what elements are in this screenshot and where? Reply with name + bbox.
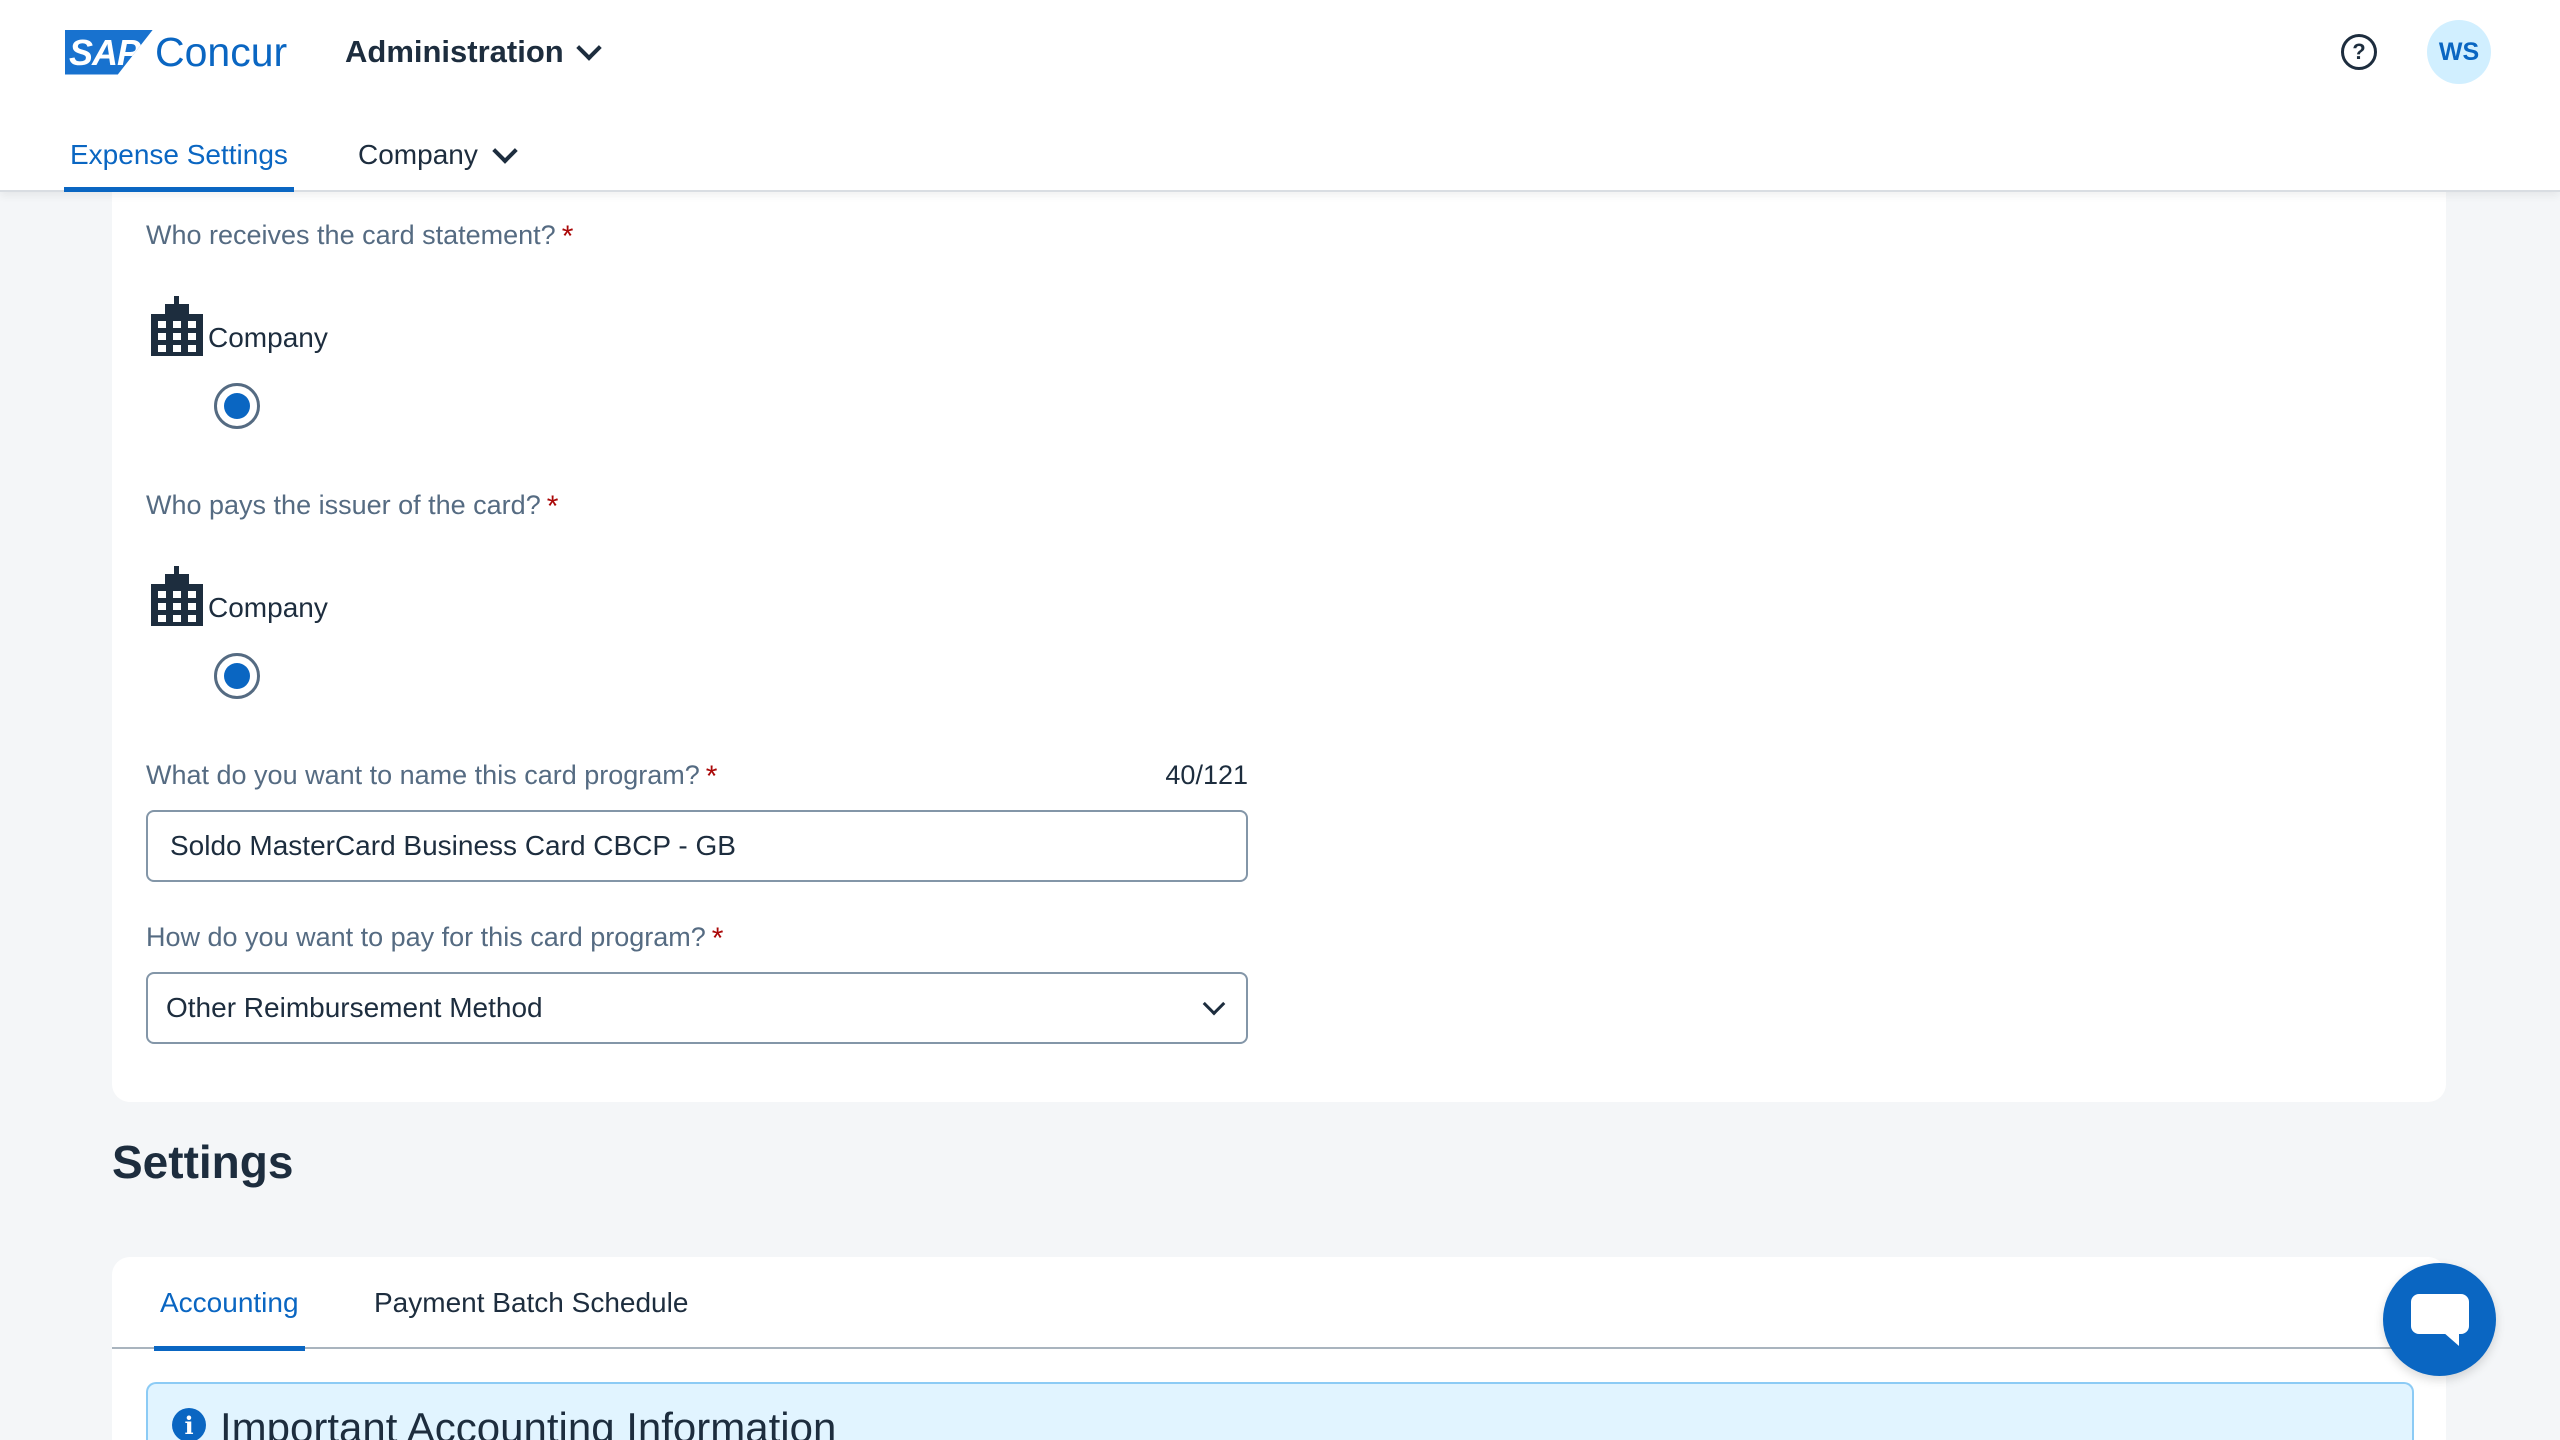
statement-option-label: Company — [208, 322, 328, 353]
administration-menu[interactable]: Administration — [345, 30, 602, 74]
required-marker: * — [711, 922, 724, 955]
info-icon: i — [172, 1408, 206, 1440]
tab-accounting[interactable]: Accounting — [154, 1257, 305, 1351]
building-icon — [151, 296, 203, 356]
sap-logo-badge: SAP — [65, 29, 153, 75]
info-banner-title: Important Accounting Information — [220, 1404, 837, 1440]
chat-icon — [2410, 1293, 2469, 1346]
issuer-company-radio[interactable] — [214, 653, 260, 699]
chevron-down-icon — [1202, 992, 1226, 1016]
tab-expense-settings-label: Expense Settings — [70, 139, 288, 170]
info-symbol: i — [184, 1410, 194, 1440]
payment-method-select[interactable]: Other Reimbursement Method — [146, 972, 1248, 1044]
concur-logo-text: Concur — [155, 29, 288, 75]
chat-button[interactable] — [2383, 1263, 2496, 1376]
required-marker: * — [705, 760, 718, 793]
help-symbol: ? — [2352, 39, 2366, 64]
tab-company[interactable]: Company — [358, 118, 518, 192]
issuer-option-company: Company — [148, 564, 328, 628]
tab-payment-batch-schedule-label: Payment Batch Schedule — [374, 1287, 689, 1318]
chevron-down-icon — [576, 35, 602, 61]
accounting-info-banner: i Important Accounting Information — [146, 1382, 2414, 1440]
tab-company-label: Company — [358, 139, 478, 170]
name-question-text: What do you want to name this card progr… — [146, 760, 700, 790]
character-counter: 40/121 — [1165, 760, 1248, 790]
card-program-name-input[interactable] — [146, 810, 1248, 882]
user-avatar[interactable]: WS — [2427, 20, 2491, 84]
settings-tabs: Accounting Payment Batch Schedule — [112, 1257, 2446, 1351]
tab-accounting-label: Accounting — [160, 1287, 299, 1318]
card-program-form — [112, 130, 2446, 1102]
pay-question: How do you want to pay for this card pro… — [146, 922, 723, 956]
sap-logo-text: SAP — [69, 31, 141, 73]
payment-method-value: Other Reimbursement Method — [166, 992, 543, 1023]
required-marker: * — [546, 490, 559, 523]
tab-expense-settings[interactable]: Expense Settings — [64, 118, 294, 192]
statement-company-radio[interactable] — [214, 383, 260, 429]
help-icon[interactable]: ? — [2341, 34, 2377, 70]
issuer-question-text: Who pays the issuer of the card? — [146, 490, 541, 520]
name-question: What do you want to name this card progr… — [146, 760, 717, 794]
statement-question-text: Who receives the card statement? — [146, 220, 556, 250]
required-marker: * — [561, 220, 574, 253]
chevron-down-icon — [492, 138, 518, 164]
issuer-question: Who pays the issuer of the card? * — [146, 490, 558, 524]
app-header: SAP Concur Administration ? WS Expense S… — [0, 0, 2560, 192]
statement-option-company: Company — [148, 294, 328, 358]
settings-heading: Settings — [112, 1136, 294, 1188]
statement-question: Who receives the card statement? * — [146, 220, 573, 254]
pay-question-text: How do you want to pay for this card pro… — [146, 922, 706, 952]
issuer-option-label: Company — [208, 592, 328, 623]
radio-selected-dot — [224, 393, 250, 419]
administration-menu-label: Administration — [345, 34, 564, 69]
radio-selected-dot — [224, 663, 250, 689]
building-icon — [151, 566, 203, 626]
tab-payment-batch-schedule[interactable]: Payment Batch Schedule — [374, 1257, 688, 1349]
sap-concur-logo[interactable]: SAP Concur — [65, 28, 287, 76]
avatar-initials: WS — [2438, 37, 2480, 66]
